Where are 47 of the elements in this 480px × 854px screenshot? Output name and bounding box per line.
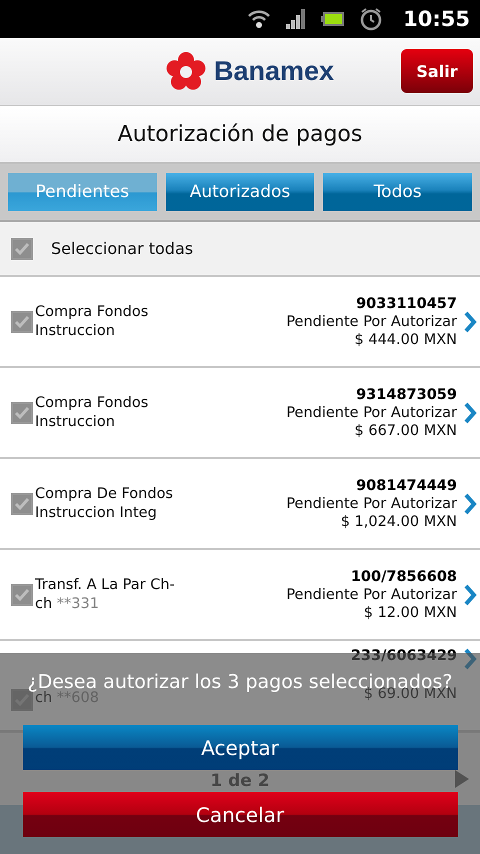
accept-button[interactable]: Aceptar	[22, 725, 458, 770]
checkbox[interactable]	[11, 402, 33, 424]
chevron-right-icon[interactable]	[463, 492, 477, 514]
logout-button[interactable]: Salir	[401, 49, 473, 93]
payment-name: Compra Fondos Instruccion	[35, 394, 150, 432]
checkbox[interactable]	[11, 310, 33, 332]
check-icon	[14, 588, 30, 602]
payment-amount: $ 444.00 MXN	[354, 332, 457, 348]
payment-amount: $ 12.00 MXN	[364, 604, 457, 620]
clock-time: 10:55	[403, 7, 470, 31]
next-page-icon[interactable]	[454, 769, 470, 789]
checkbox[interactable]	[11, 492, 33, 514]
payment-status: Pendiente Por Autorizar	[286, 586, 457, 602]
payment-number: 9033110457	[356, 296, 457, 312]
signal-icon	[285, 8, 308, 30]
payment-number: 233/6063429	[350, 648, 457, 664]
wifi-icon	[247, 8, 272, 30]
payment-number: 9314873059	[356, 386, 457, 402]
chevron-right-icon[interactable]	[463, 648, 477, 670]
check-icon	[14, 406, 30, 420]
payment-name: Compra De Fondos Instruccion Integ	[35, 484, 174, 522]
chevron-right-icon[interactable]	[463, 584, 477, 606]
payment-number: 9081474449	[356, 478, 457, 494]
select-all-label: Seleccionar todas	[51, 239, 194, 258]
check-icon	[14, 314, 30, 328]
brand-name: Banamex	[214, 56, 334, 87]
payment-amount: $ 667.00 MXN	[354, 422, 457, 438]
checkbox[interactable]	[11, 584, 33, 606]
check-icon	[14, 242, 30, 256]
alarm-clock-icon	[359, 7, 384, 31]
page-indicator: 1 de 2	[210, 771, 270, 791]
payment-number: 100/7856608	[350, 568, 457, 584]
chevron-right-icon[interactable]	[463, 310, 477, 332]
payment-status: Pendiente Por Autorizar	[286, 404, 457, 420]
tab[interactable]: Todos	[323, 173, 472, 211]
cancel-button[interactable]: Cancelar	[22, 792, 458, 837]
check-icon	[14, 496, 30, 510]
battery-icon	[321, 11, 346, 27]
payment-name: Compra Fondos Instruccion	[35, 302, 150, 340]
payment-amount: $ 1,024.00 MXN	[340, 514, 457, 530]
payment-status: Pendiente Por Autorizar	[286, 314, 457, 330]
checkbox[interactable]	[11, 238, 33, 260]
logo-icon	[166, 52, 206, 92]
tab[interactable]: Autorizados	[166, 173, 314, 211]
chevron-right-icon[interactable]	[463, 402, 477, 424]
payment-status: Pendiente Por Autorizar	[286, 496, 457, 512]
payment-name: Transf. A La Par Ch-ch **331	[35, 576, 176, 614]
